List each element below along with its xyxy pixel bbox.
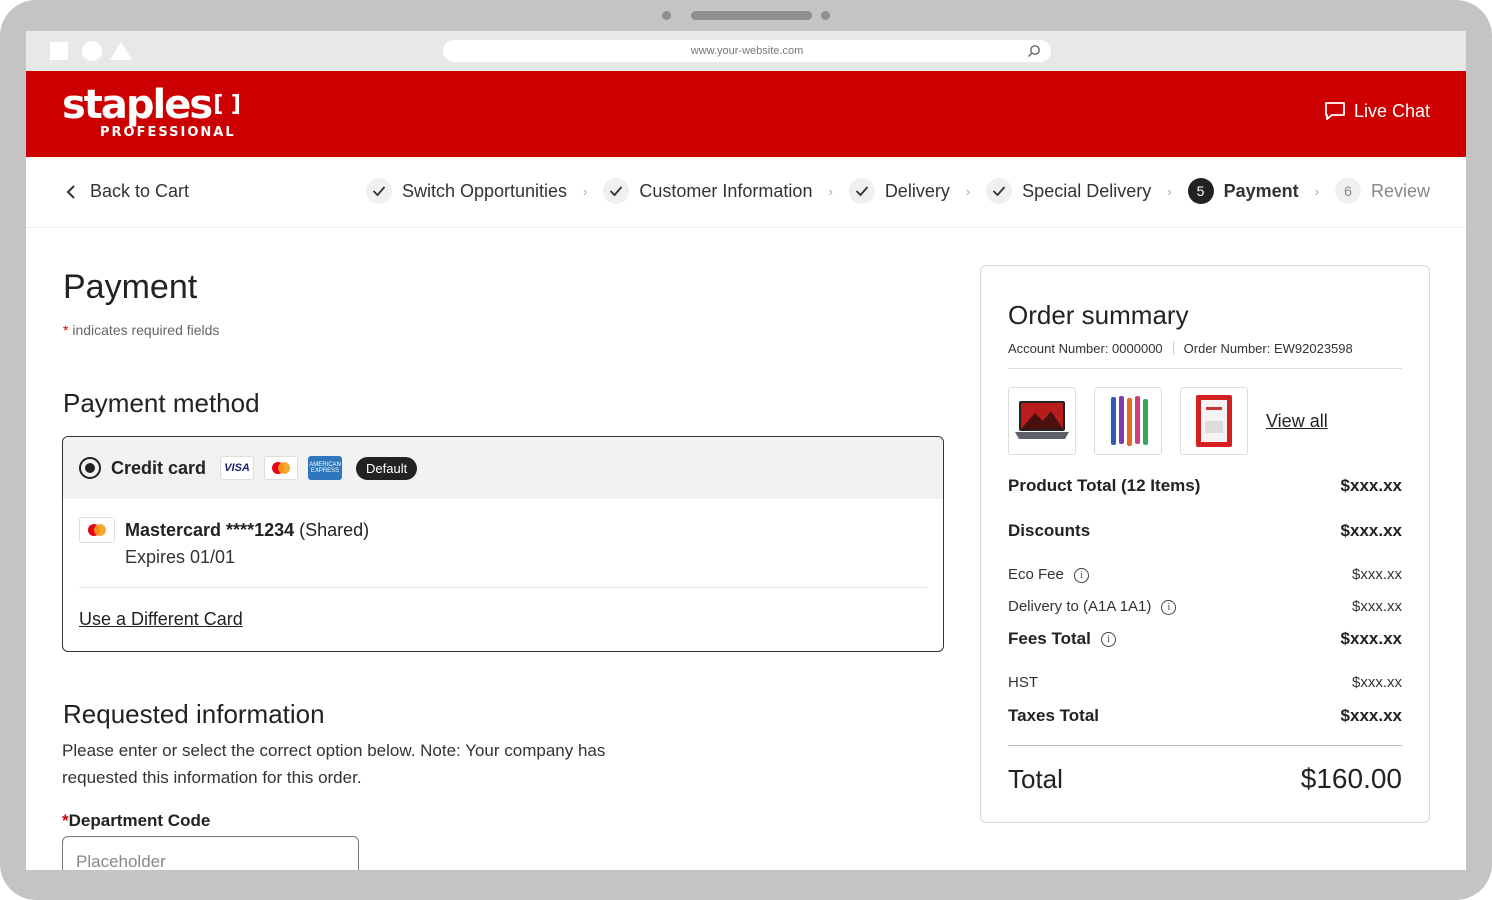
requested-info-text: Please enter or select the correct optio… bbox=[62, 741, 606, 787]
search-icon[interactable] bbox=[1027, 44, 1041, 58]
sensor-dot bbox=[821, 11, 830, 20]
credit-card-option[interactable]: Credit card VISA AMERICAN EXPRESS Default bbox=[63, 437, 943, 499]
device-frame: www.your-website.com staples[ ] PROFESSI… bbox=[0, 0, 1492, 900]
department-code-input[interactable] bbox=[62, 836, 359, 870]
divider bbox=[79, 587, 927, 588]
credit-card-label: Credit card bbox=[111, 457, 207, 478]
total-label: Total bbox=[1008, 763, 1063, 794]
step-label: Review bbox=[1370, 180, 1430, 201]
credit-card-radio[interactable] bbox=[79, 457, 101, 479]
chevron-right-icon: › bbox=[1314, 183, 1319, 199]
check-icon bbox=[986, 178, 1013, 204]
mastercard-icon bbox=[264, 456, 299, 480]
department-code-label: *Department Code bbox=[62, 811, 211, 830]
step-list: Switch Opportunities › Customer Informat… bbox=[365, 178, 1430, 204]
payment-method-card: Credit card VISA AMERICAN EXPRESS Default… bbox=[62, 436, 944, 652]
taxes-total-row: Taxes Total $xxx.xx bbox=[1008, 706, 1402, 725]
mastercard-icon bbox=[79, 517, 115, 543]
chevron-right-icon: › bbox=[583, 183, 588, 199]
delivery-fee-row: Delivery to (A1A 1A1) i $xxx.xx bbox=[1008, 598, 1402, 615]
eco-fee-row: Eco Fee i $xxx.xx bbox=[1008, 566, 1402, 583]
discounts-row: Discounts $xxx.xx bbox=[1008, 521, 1402, 540]
triangle-icon bbox=[110, 42, 132, 60]
step-payment: 5 Payment bbox=[1187, 178, 1299, 204]
chevron-left-icon bbox=[66, 184, 75, 199]
hst-row: HST $xxx.xx bbox=[1008, 674, 1402, 691]
visa-icon: VISA bbox=[220, 456, 255, 480]
laptop-thumbnail[interactable] bbox=[1008, 387, 1076, 455]
check-icon bbox=[603, 178, 630, 204]
step-label: Delivery bbox=[884, 180, 950, 201]
total-row: Total $160.00 bbox=[1008, 763, 1402, 795]
check-icon bbox=[848, 178, 875, 204]
step-customer-information[interactable]: Customer Information bbox=[603, 178, 812, 204]
browser-screen: www.your-website.com staples[ ] PROFESSI… bbox=[26, 31, 1466, 870]
chevron-right-icon: › bbox=[828, 183, 833, 199]
divider bbox=[1172, 341, 1174, 355]
site-header: staples[ ] PROFESSIONAL Live Chat bbox=[26, 71, 1466, 157]
step-label: Payment bbox=[1223, 180, 1299, 201]
step-special-delivery[interactable]: Special Delivery bbox=[986, 178, 1151, 204]
requested-info-heading: Requested information bbox=[63, 699, 325, 729]
square-icon bbox=[50, 42, 68, 60]
step-review: 6 Review bbox=[1334, 178, 1430, 204]
divider bbox=[1008, 745, 1402, 746]
url-text: www.your-website.com bbox=[690, 45, 804, 57]
view-all-link[interactable]: View all bbox=[1266, 411, 1328, 432]
product-total-row: Product Total (12 Items) $xxx.xx bbox=[1008, 476, 1402, 495]
saved-card-name: Mastercard ****1234 bbox=[125, 520, 295, 540]
step-delivery[interactable]: Delivery bbox=[848, 178, 950, 204]
default-badge: Default bbox=[356, 456, 418, 480]
info-icon[interactable]: i bbox=[1100, 632, 1116, 648]
logo-wordmark: staples bbox=[62, 82, 213, 128]
chat-bubble-icon bbox=[1325, 102, 1345, 120]
checkout-progress: Back to Cart Switch Opportunities › Cust… bbox=[26, 157, 1466, 228]
order-meta: Account Number: 0000000 Order Number: EW… bbox=[1008, 341, 1353, 356]
pens-thumbnail[interactable] bbox=[1094, 387, 1162, 455]
fees-total-row: Fees Total i $xxx.xx bbox=[1008, 629, 1402, 648]
order-summary-title: Order summary bbox=[1008, 300, 1189, 330]
order-number: Order Number: EW92023598 bbox=[1183, 341, 1353, 356]
step-number-badge: 6 bbox=[1334, 178, 1361, 204]
chevron-right-icon: › bbox=[965, 183, 971, 199]
step-switch-opportunities[interactable]: Switch Opportunities bbox=[365, 178, 568, 204]
product-thumbnails: View all bbox=[1008, 387, 1328, 455]
use-different-card-link[interactable]: Use a Different Card bbox=[79, 609, 243, 630]
saved-card-expiry: Expires 01/01 bbox=[125, 547, 236, 567]
total-value: $160.00 bbox=[1300, 763, 1402, 794]
logo-subtitle: PROFESSIONAL bbox=[100, 125, 236, 140]
amex-icon: AMERICAN EXPRESS bbox=[308, 456, 343, 480]
step-label: Customer Information bbox=[639, 180, 813, 201]
browser-toolbar: www.your-website.com bbox=[26, 31, 1466, 71]
required-fields-note: * indicates required fields bbox=[63, 322, 220, 338]
saved-card-tag: (Shared) bbox=[299, 520, 370, 540]
check-icon bbox=[365, 178, 392, 204]
logo-bracket-icon: [ ] bbox=[213, 92, 241, 117]
saved-card: Mastercard ****1234 (Shared) Expires 01/… bbox=[79, 517, 369, 571]
binder-thumbnail[interactable] bbox=[1180, 387, 1248, 455]
order-summary: Order summary Account Number: 0000000 Or… bbox=[980, 265, 1430, 823]
step-number-badge: 5 bbox=[1187, 178, 1214, 204]
info-icon[interactable]: i bbox=[1073, 567, 1089, 583]
circle-icon bbox=[82, 41, 102, 61]
account-number: Account Number: 0000000 bbox=[1008, 341, 1163, 356]
page-title: Payment bbox=[63, 268, 198, 306]
step-label: Special Delivery bbox=[1022, 180, 1152, 201]
back-to-cart-link[interactable]: Back to Cart bbox=[66, 181, 189, 202]
chevron-right-icon: › bbox=[1167, 183, 1172, 199]
staples-logo[interactable]: staples[ ] PROFESSIONAL bbox=[62, 83, 241, 140]
address-bar[interactable]: www.your-website.com bbox=[443, 40, 1051, 62]
live-chat-button[interactable]: Live Chat bbox=[1324, 100, 1430, 122]
step-label: Switch Opportunities bbox=[401, 180, 568, 201]
speaker-bar bbox=[691, 11, 812, 20]
back-to-cart-label: Back to Cart bbox=[90, 181, 190, 201]
camera-dot bbox=[662, 11, 671, 20]
divider bbox=[1008, 368, 1402, 369]
live-chat-label: Live Chat bbox=[1353, 100, 1430, 121]
payment-method-heading: Payment method bbox=[63, 388, 260, 418]
info-icon[interactable]: i bbox=[1161, 599, 1177, 615]
